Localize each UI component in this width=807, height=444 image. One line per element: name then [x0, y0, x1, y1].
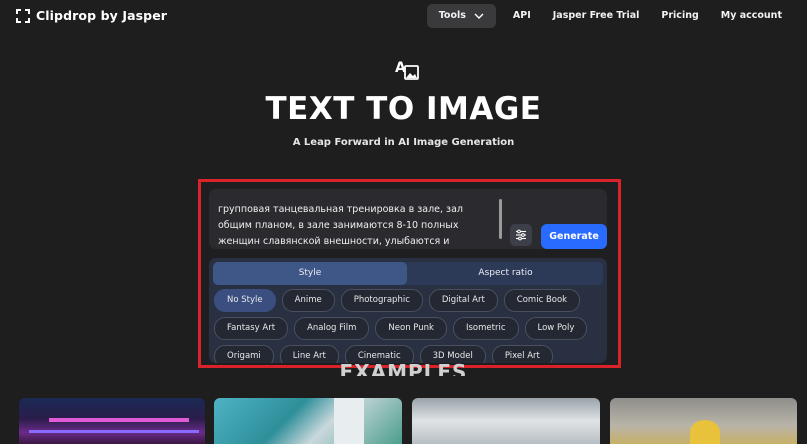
- prompt-scrollbar[interactable]: [499, 199, 502, 239]
- text-to-image-icon: A: [395, 60, 419, 80]
- clipdrop-logo-icon: [16, 8, 30, 23]
- tools-label: Tools: [438, 10, 466, 21]
- nav-pricing-link[interactable]: Pricing: [650, 4, 709, 28]
- neon-strip: [29, 430, 199, 433]
- tools-menu-button[interactable]: Tools: [426, 4, 496, 28]
- neon-strip: [49, 418, 189, 422]
- prompt-input[interactable]: групповая танцевальная тренировка в зале…: [209, 189, 607, 249]
- example-image-palm-tower[interactable]: [214, 398, 402, 444]
- style-chip-no-style[interactable]: No Style: [214, 289, 276, 312]
- style-row: No Style Anime Photographic Digital Art …: [214, 289, 604, 312]
- style-chip-digital-art[interactable]: Digital Art: [428, 289, 498, 312]
- generation-panel: групповая танцевальная тренировка в зале…: [198, 179, 621, 368]
- top-bar: Clipdrop by Jasper Tools API Jasper Free…: [0, 0, 807, 32]
- style-options-panel: Style Aspect ratio No Style Anime Photog…: [209, 258, 607, 363]
- tab-style[interactable]: Style: [213, 262, 407, 285]
- style-chip-fantasy-art[interactable]: Fantasy Art: [214, 317, 289, 340]
- flower-shape: [690, 420, 720, 444]
- page-title: TEXT TO IMAGE: [265, 91, 542, 127]
- nav-account-link[interactable]: My account: [710, 4, 793, 28]
- style-chip-list: No Style Anime Photographic Digital Art …: [214, 289, 604, 363]
- prompt-line: групповая танцевальная тренировка в зале…: [218, 204, 463, 215]
- nav-free-trial-link[interactable]: Jasper Free Trial: [542, 4, 651, 28]
- style-row: Fantasy Art Analog Film Neon Punk Isomet…: [214, 317, 604, 340]
- brand-name: Clipdrop by Jasper: [36, 8, 168, 23]
- main-nav: Tools API Jasper Free Trial Pricing My a…: [426, 4, 793, 28]
- style-chip-anime[interactable]: Anime: [281, 289, 335, 312]
- chevron-down-icon: [474, 13, 484, 19]
- style-chip-low-poly[interactable]: Low Poly: [524, 317, 588, 340]
- style-chip-analog-film[interactable]: Analog Film: [294, 317, 370, 340]
- tower-shape: [334, 398, 364, 444]
- sliders-icon: [516, 229, 526, 241]
- example-image-clouds[interactable]: [412, 398, 600, 444]
- option-tabs: Style Aspect ratio: [213, 262, 603, 285]
- style-chip-comic-book[interactable]: Comic Book: [503, 289, 581, 312]
- example-image-night-building[interactable]: [19, 398, 205, 444]
- style-chip-isometric[interactable]: Isometric: [452, 317, 519, 340]
- style-chip-neon-punk[interactable]: Neon Punk: [375, 317, 447, 340]
- generate-button[interactable]: Generate: [541, 224, 607, 249]
- prompt-line: женщин славянской внешности, улыбаются и: [218, 236, 450, 247]
- example-image-cactus-flower[interactable]: [610, 398, 797, 444]
- prompt-line: общим планом, в зале занимаются 8-10 пол…: [218, 220, 459, 231]
- brand-logo[interactable]: Clipdrop by Jasper: [16, 8, 167, 23]
- settings-button[interactable]: [510, 224, 532, 246]
- page-subtitle: A Leap Forward in AI Image Generation: [292, 137, 515, 148]
- examples-heading: EXAMPLES: [339, 360, 468, 376]
- style-chip-photographic[interactable]: Photographic: [340, 289, 423, 312]
- tab-aspect-ratio[interactable]: Aspect ratio: [408, 262, 603, 285]
- nav-api-link[interactable]: API: [502, 4, 542, 28]
- prompt-text[interactable]: групповая танцевальная тренировка в зале…: [218, 202, 488, 250]
